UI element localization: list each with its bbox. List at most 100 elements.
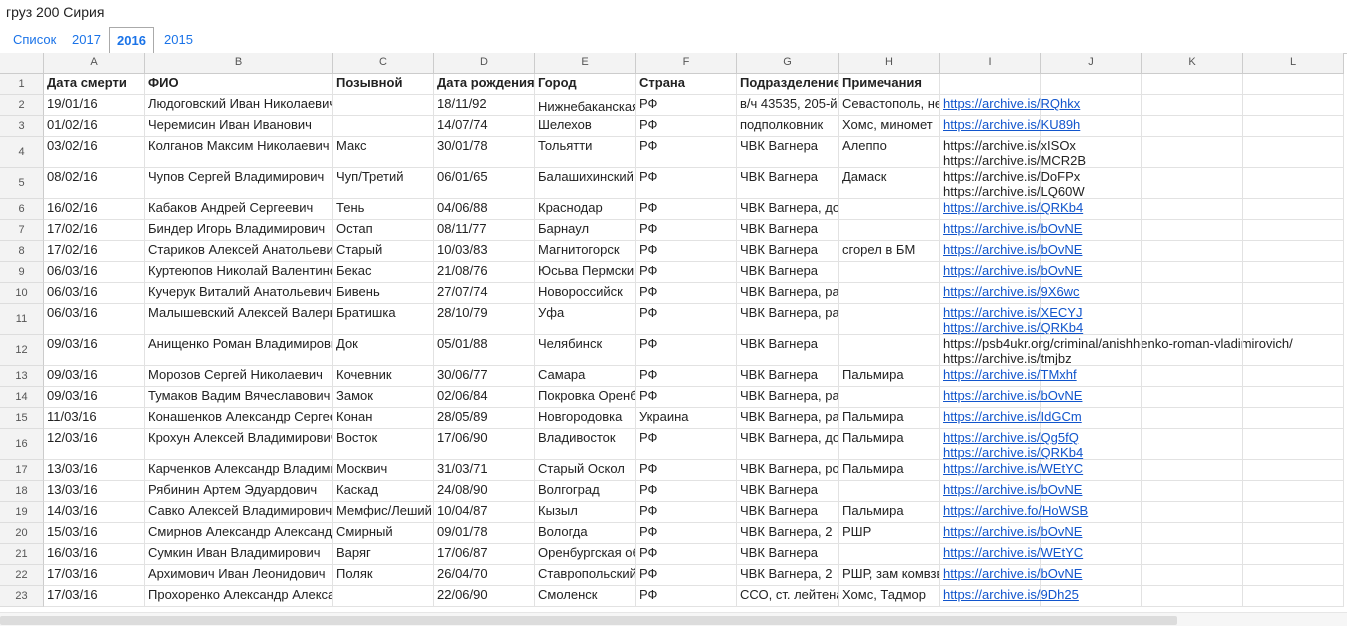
table-cell[interactable] <box>333 586 434 607</box>
table-cell[interactable]: Конашенков Александр Сергеевич <box>145 408 333 429</box>
column-header-k[interactable]: K <box>1142 53 1243 74</box>
table-cell[interactable]: Карченков Александр Владимирович <box>145 460 333 481</box>
table-cell[interactable] <box>1041 199 1142 220</box>
table-cell[interactable] <box>1243 199 1344 220</box>
table-cell[interactable]: https://archive.is/QRKb4 <box>940 199 1083 220</box>
column-header-a[interactable]: A <box>44 53 145 74</box>
table-cell[interactable] <box>1243 116 1344 137</box>
table-cell[interactable]: Хомс, Тадмор <box>839 586 940 607</box>
table-cell[interactable]: Покровка Оренбургская <box>535 387 636 408</box>
table-cell[interactable] <box>839 199 940 220</box>
table-cell[interactable]: Смирнов Александр Александрович <box>145 523 333 544</box>
header-cell-d[interactable]: Дата рождения <box>434 74 535 95</box>
table-cell[interactable]: РШР, зам комвзвода <box>839 565 940 586</box>
table-cell[interactable]: РШР <box>839 523 940 544</box>
table-cell[interactable]: 22/06/90 <box>434 586 535 607</box>
table-cell[interactable] <box>1243 220 1344 241</box>
table-cell[interactable]: 27/07/74 <box>434 283 535 304</box>
header-cell-e[interactable]: Город <box>535 74 636 95</box>
column-header-d[interactable]: D <box>434 53 535 74</box>
table-cell[interactable] <box>1142 304 1243 335</box>
table-cell[interactable]: Барнаул <box>535 220 636 241</box>
table-cell[interactable] <box>1041 241 1142 262</box>
table-cell[interactable] <box>839 335 940 366</box>
table-cell[interactable] <box>1243 366 1344 387</box>
table-cell[interactable] <box>1142 502 1243 523</box>
table-cell[interactable]: Тумаков Вадим Вячеславович <box>145 387 333 408</box>
table-cell[interactable]: Сумкин Иван Владимирович <box>145 544 333 565</box>
source-link[interactable]: https://archive.is/QRKb4 <box>943 320 1083 335</box>
row-header-18[interactable]: 18 <box>0 481 44 502</box>
table-cell[interactable]: https://archive.is/WEtYC <box>940 544 1083 565</box>
tab-2015[interactable]: 2015 <box>157 27 200 52</box>
table-cell[interactable]: ЧВК Вагнера, разведрота <box>737 387 839 408</box>
table-cell[interactable]: ЧВК Вагнера <box>737 544 839 565</box>
table-cell[interactable]: 05/01/88 <box>434 335 535 366</box>
table-cell[interactable]: ЧВК Вагнера <box>737 262 839 283</box>
table-cell[interactable]: 26/04/70 <box>434 565 535 586</box>
row-header-23[interactable]: 23 <box>0 586 44 607</box>
row-header-20[interactable]: 20 <box>0 523 44 544</box>
table-cell[interactable]: Дамаск <box>839 168 940 199</box>
table-cell[interactable] <box>839 220 940 241</box>
row-header-4[interactable]: 4 <box>0 137 44 168</box>
table-cell[interactable]: РФ <box>636 304 737 335</box>
row-header-2[interactable]: 2 <box>0 95 44 116</box>
table-cell[interactable] <box>1041 408 1142 429</box>
table-cell[interactable]: https://archive.is/9X6wc <box>940 283 1080 304</box>
table-cell[interactable]: РФ <box>636 283 737 304</box>
column-header-l[interactable]: L <box>1243 53 1344 74</box>
table-cell[interactable]: https://archive.is/bOvNE <box>940 387 1082 408</box>
table-cell[interactable]: https://archive.is/XECYJ https://archive.… <box>940 304 1083 335</box>
table-cell[interactable]: https://psb4ukr.org/criminal/anishhenko-… <box>940 335 1293 366</box>
table-cell[interactable]: РФ <box>636 199 737 220</box>
table-cell[interactable]: 17/03/16 <box>44 586 145 607</box>
table-cell[interactable]: ЧВК Вагнера <box>737 220 839 241</box>
table-cell[interactable]: Поляк <box>333 565 434 586</box>
table-cell[interactable]: Анищенко Роман Владимирович <box>145 335 333 366</box>
table-cell[interactable] <box>1041 366 1142 387</box>
table-cell[interactable]: Шелехов <box>535 116 636 137</box>
table-cell[interactable]: РФ <box>636 116 737 137</box>
table-cell[interactable] <box>1243 283 1344 304</box>
table-cell[interactable] <box>1243 387 1344 408</box>
table-cell[interactable]: Старый Оскол <box>535 460 636 481</box>
table-cell[interactable]: Пальмира <box>839 408 940 429</box>
table-cell[interactable]: РФ <box>636 565 737 586</box>
table-cell[interactable] <box>1243 95 1344 116</box>
table-cell[interactable]: РФ <box>636 460 737 481</box>
source-link[interactable]: https://archive.is/bOvNE <box>943 482 1082 497</box>
table-cell[interactable]: Малышевский Алексей Валерьевич <box>145 304 333 335</box>
source-link[interactable]: https://archive.is/RQhkx <box>943 96 1080 111</box>
table-cell[interactable]: 17/06/90 <box>434 429 535 460</box>
table-cell[interactable] <box>1142 199 1243 220</box>
table-cell[interactable]: 02/06/84 <box>434 387 535 408</box>
table-cell[interactable]: Пальмира <box>839 502 940 523</box>
table-cell[interactable]: Уфа <box>535 304 636 335</box>
table-cell[interactable] <box>1041 220 1142 241</box>
table-cell[interactable] <box>1041 565 1142 586</box>
table-cell[interactable] <box>1041 168 1142 199</box>
table-cell[interactable] <box>1243 565 1344 586</box>
table-cell[interactable]: 14/03/16 <box>44 502 145 523</box>
table-cell[interactable]: https://archive.is/bOvNE <box>940 481 1082 502</box>
table-cell[interactable]: 18/11/92 <box>434 95 535 116</box>
table-cell[interactable]: в/ч 43535, 205-й <box>737 95 839 116</box>
header-cell-i[interactable] <box>940 74 1041 95</box>
header-cell-a[interactable]: Дата смерти <box>44 74 145 95</box>
table-cell[interactable]: https://archive.is/bOvNE <box>940 220 1082 241</box>
table-cell[interactable]: Волгоград <box>535 481 636 502</box>
table-cell[interactable]: 17/06/87 <box>434 544 535 565</box>
table-cell[interactable] <box>839 304 940 335</box>
table-cell[interactable]: Юсьва Пермский <box>535 262 636 283</box>
header-cell-g[interactable]: Подразделение <box>737 74 839 95</box>
table-cell[interactable]: Балашихинский <box>535 168 636 199</box>
table-cell[interactable]: ЧВК Вагнера, до <box>737 429 839 460</box>
table-cell[interactable]: Савко Алексей Владимирович <box>145 502 333 523</box>
table-cell[interactable]: ССО, ст. лейтенант <box>737 586 839 607</box>
table-cell[interactable]: Пальмира <box>839 460 940 481</box>
table-cell[interactable]: https://archive.is/RQhkx <box>940 95 1080 116</box>
table-cell[interactable] <box>1041 502 1142 523</box>
table-cell[interactable] <box>1243 544 1344 565</box>
table-cell[interactable]: РФ <box>636 502 737 523</box>
